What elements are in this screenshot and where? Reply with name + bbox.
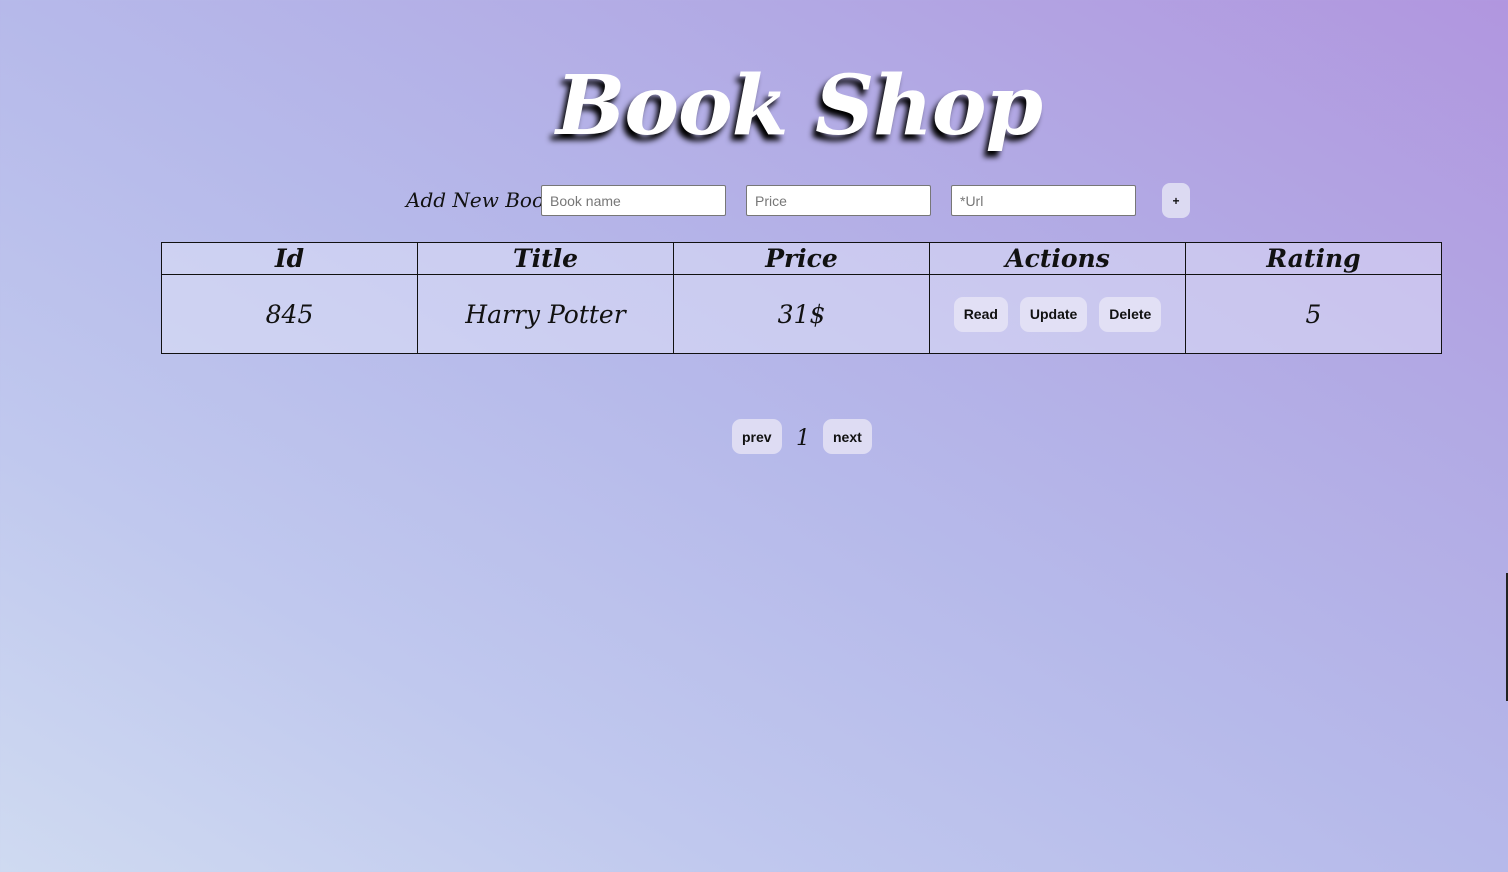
read-button[interactable]: Read xyxy=(953,296,1008,332)
cell-id: 845 xyxy=(161,274,418,354)
column-header-title: Title xyxy=(417,242,674,275)
price-input[interactable] xyxy=(746,185,931,216)
cell-price: 31$ xyxy=(673,274,930,354)
delete-button[interactable]: Delete xyxy=(1099,296,1162,332)
update-button[interactable]: Update xyxy=(1019,296,1088,332)
column-header-price: Price xyxy=(673,242,930,275)
book-name-input[interactable] xyxy=(541,185,726,216)
column-header-id: Id xyxy=(161,242,418,275)
current-page-number: 1 xyxy=(796,426,810,451)
next-page-button[interactable]: next xyxy=(823,419,872,454)
add-book-form: Add New Book + xyxy=(0,183,1508,218)
cell-rating: 5 xyxy=(1185,274,1442,354)
add-book-label: Add New Book xyxy=(406,188,557,212)
table-header-row: Id Title Price Actions Rating xyxy=(161,242,1442,275)
cell-title: Harry Potter xyxy=(417,274,674,354)
cell-actions: Read Update Delete xyxy=(929,274,1186,354)
url-input[interactable] xyxy=(951,185,1136,216)
table-row: 845 Harry Potter 31$ Read Update Delete … xyxy=(161,274,1442,354)
page-title: Book Shop xyxy=(556,58,1043,154)
add-book-button[interactable]: + xyxy=(1162,183,1190,218)
column-header-actions: Actions xyxy=(929,242,1186,275)
prev-page-button[interactable]: prev xyxy=(732,419,782,454)
column-header-rating: Rating xyxy=(1185,242,1442,275)
books-table: Id Title Price Actions Rating 845 Harry … xyxy=(161,242,1442,354)
